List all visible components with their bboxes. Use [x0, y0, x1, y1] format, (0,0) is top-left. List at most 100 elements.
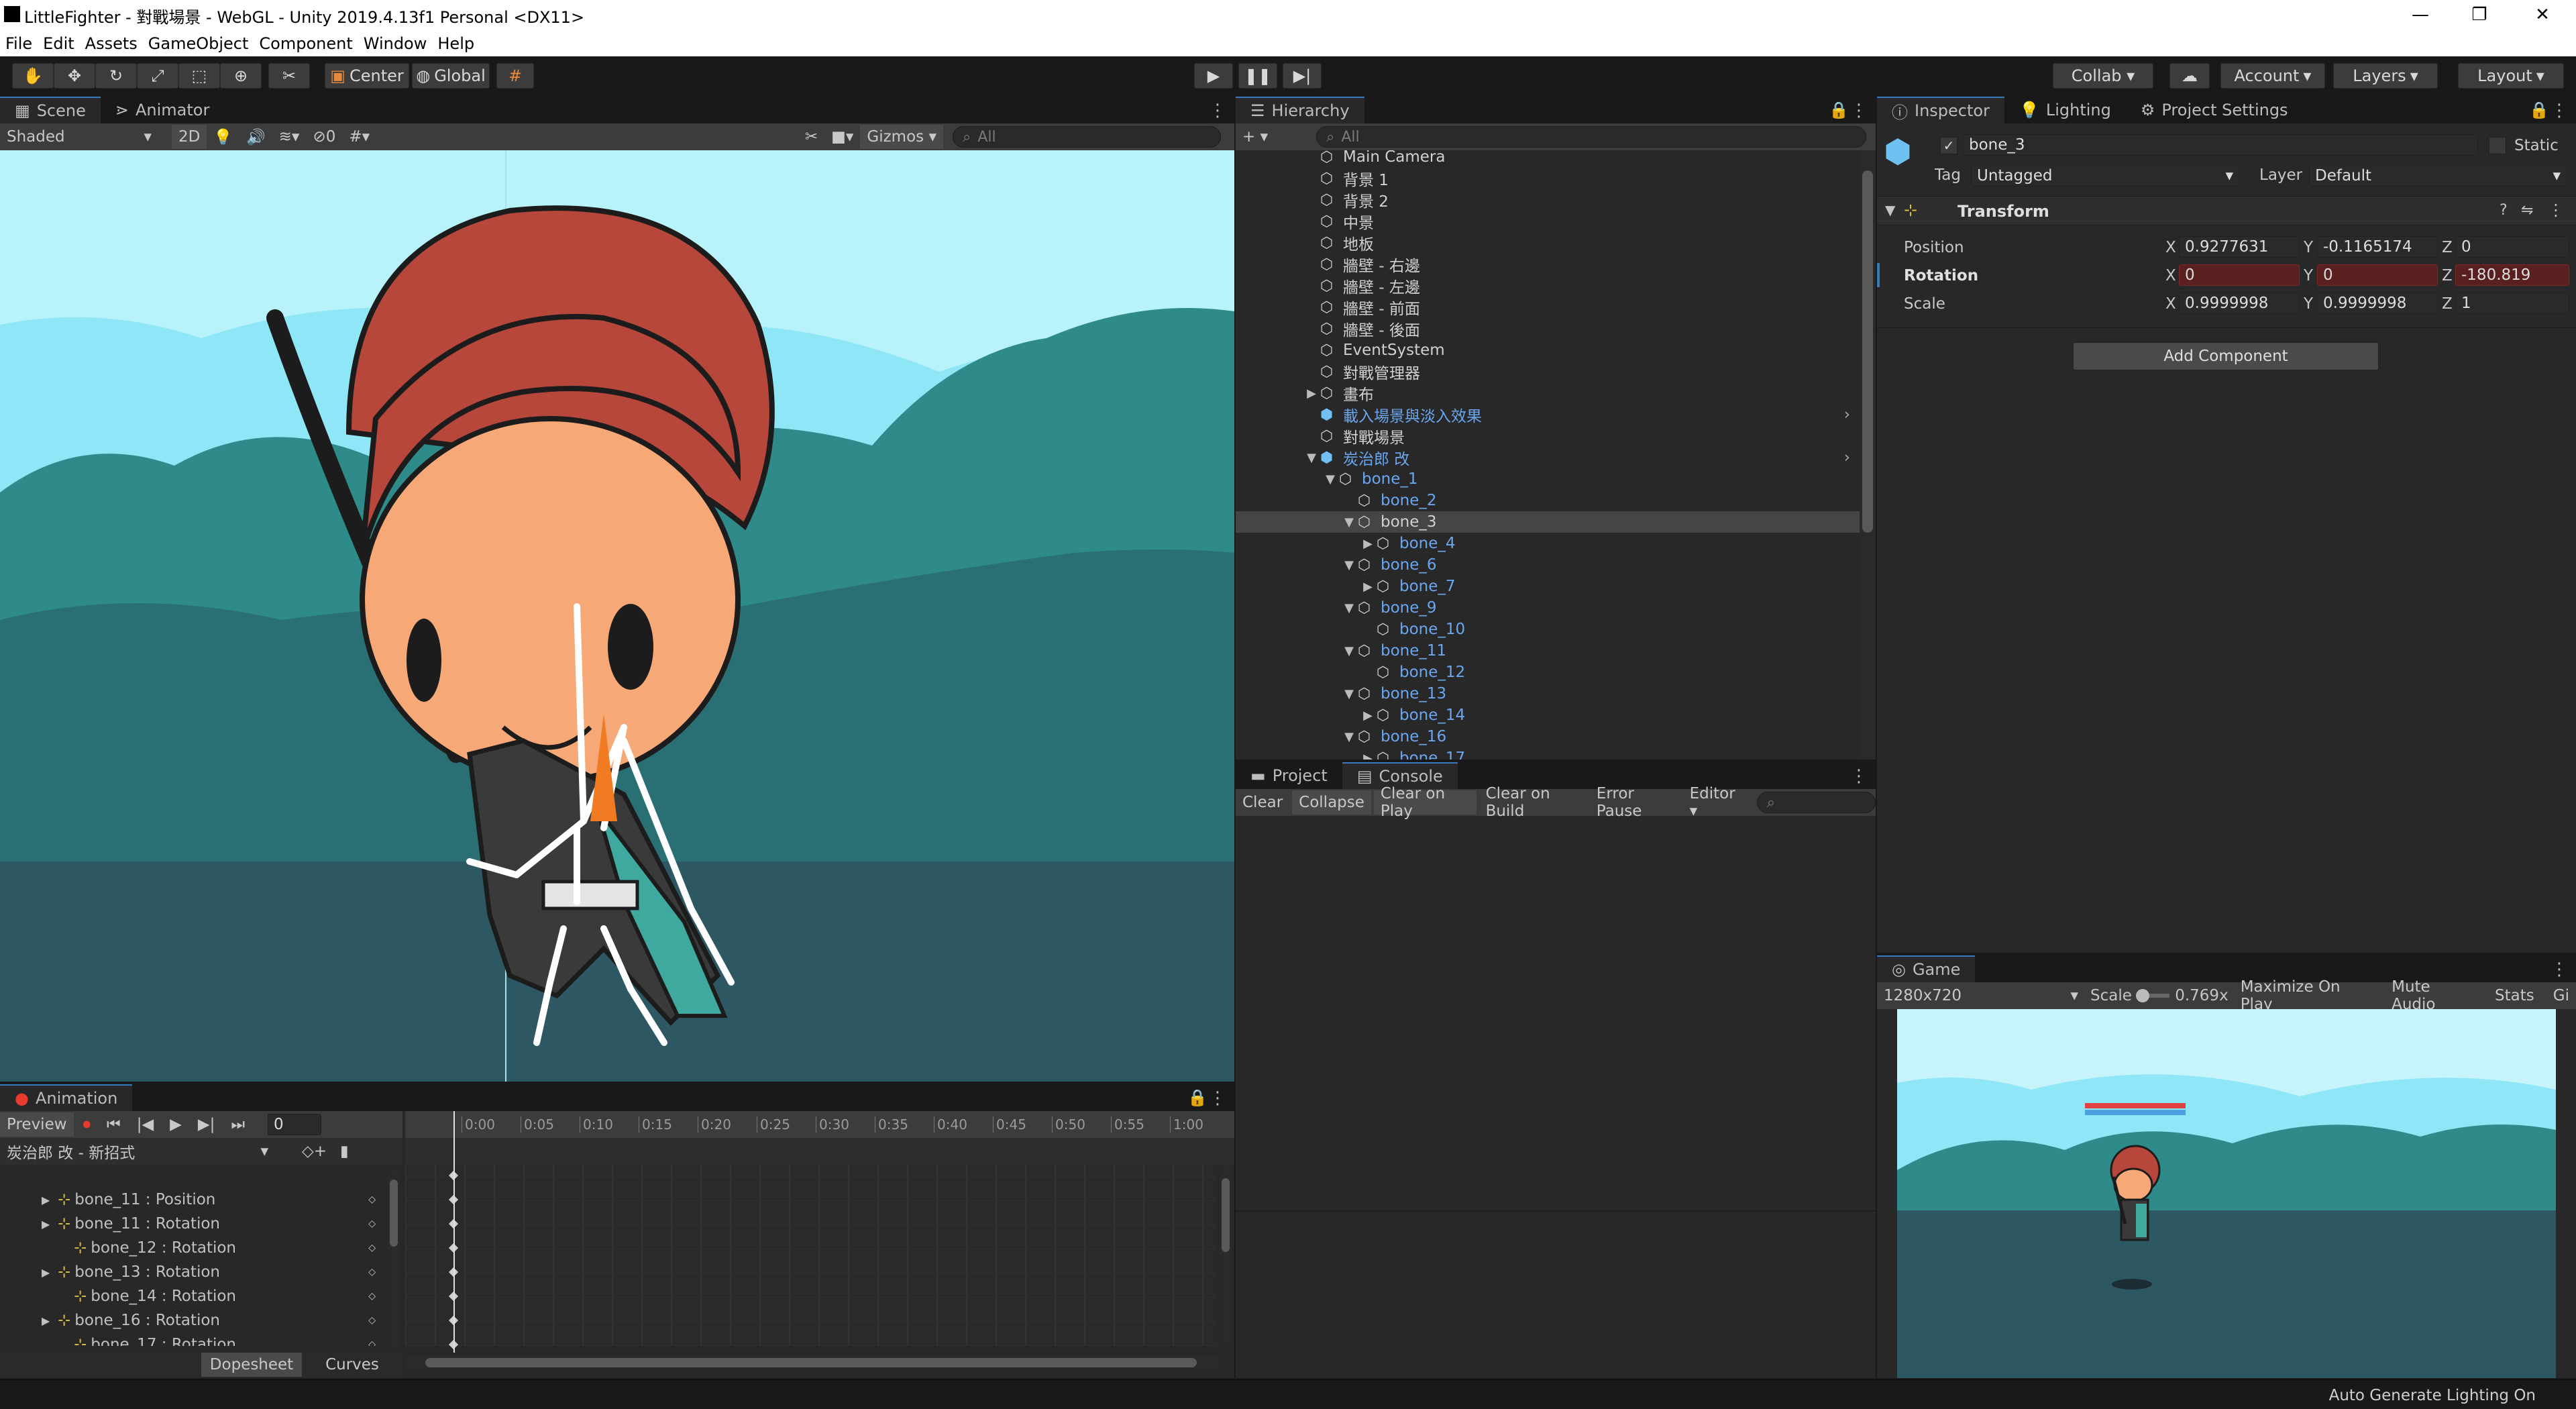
audio-toggle[interactable]: 🔊: [239, 125, 272, 149]
foldout-arrow-icon[interactable]: ▶: [1303, 386, 1320, 401]
pivot-center-button[interactable]: ▣ Center: [325, 63, 409, 89]
property-scrollbar[interactable]: [388, 1166, 400, 1347]
animation-property-row[interactable]: ▶ ⊹ bone_16 : Rotation ◇: [0, 1308, 389, 1333]
step-button[interactable]: ▶|: [1283, 63, 1322, 89]
mute-audio-toggle[interactable]: Mute Audio: [2385, 978, 2483, 1013]
menu-gameobject[interactable]: GameObject: [143, 34, 254, 53]
layout-dropdown[interactable]: Layout ▾: [2458, 63, 2564, 89]
animation-property-row[interactable]: ▶ ⊹ bone_13 : Rotation ◇: [0, 1260, 389, 1284]
hierarchy-scroll-thumb[interactable]: [1862, 170, 1873, 533]
grid-toggle[interactable]: #▾: [342, 125, 376, 149]
rect-tool-button[interactable]: ⬚: [178, 63, 220, 89]
console-menu-icon[interactable]: ⋮: [1850, 766, 1868, 786]
menu-file[interactable]: File: [0, 34, 38, 53]
tag-dropdown[interactable]: Untagged ▾: [1971, 165, 2239, 187]
static-checkbox[interactable]: [2489, 137, 2506, 154]
layer-dropdown[interactable]: Default ▾: [2309, 165, 2567, 187]
tab-scene[interactable]: ▦ Scene: [0, 97, 101, 123]
add-event-button[interactable]: ▮: [333, 1139, 356, 1163]
effects-toggle[interactable]: ≋▾: [272, 125, 307, 149]
position-x-field[interactable]: 0.9277631: [2179, 236, 2300, 258]
hierarchy-item[interactable]: ⬡ 背景 2: [1236, 189, 1860, 211]
grid-snap-button[interactable]: #: [496, 63, 534, 89]
prefab-open-icon[interactable]: ›: [1844, 406, 1850, 423]
hierarchy-item[interactable]: ▶ ⬡ bone_7: [1236, 576, 1860, 597]
timeline-v-scrollbar[interactable]: [1220, 1165, 1232, 1346]
hierarchy-item[interactable]: ▼ ⬢ 炭治郎 改 ›: [1236, 447, 1860, 468]
add-keyframe-button[interactable]: ◇+: [295, 1139, 333, 1163]
anim-play-button[interactable]: ▶: [163, 1112, 189, 1137]
last-key-button[interactable]: ⏭: [224, 1112, 252, 1137]
foldout-arrow-icon[interactable]: ▼: [1340, 730, 1358, 744]
play-button[interactable]: ▶: [1194, 63, 1233, 89]
foldout-arrow-icon[interactable]: ▶: [1359, 580, 1377, 594]
preview-toggle[interactable]: Preview: [0, 1112, 74, 1137]
object-name-input[interactable]: bone_3: [1963, 134, 2478, 156]
hierarchy-item[interactable]: ⬡ 地板: [1236, 232, 1860, 254]
menu-help[interactable]: Help: [432, 34, 480, 53]
scale-y-field[interactable]: 0.9999998: [2317, 293, 2438, 314]
scale-x-field[interactable]: 0.9999998: [2179, 293, 2300, 314]
help-icon[interactable]: ?: [2500, 202, 2508, 219]
transform-header[interactable]: ▼ ⊹ Transform ? ⇋ ⋮: [1877, 196, 2576, 225]
dopesheet-tab[interactable]: Dopesheet: [201, 1353, 302, 1377]
hierarchy-item[interactable]: ▶ ⬡ bone_4: [1236, 533, 1860, 554]
tab-project-settings[interactable]: ⚙ Project Settings: [2126, 97, 2303, 123]
menu-assets[interactable]: Assets: [80, 34, 143, 53]
animation-property-row[interactable]: ⊹ bone_12 : Rotation ◇: [0, 1236, 389, 1260]
hierarchy-item[interactable]: ▶ ⬡ 畫布: [1236, 382, 1860, 405]
hierarchy-item[interactable]: ⬡ bone_2: [1236, 490, 1860, 511]
layers-dropdown[interactable]: Layers ▾: [2333, 63, 2438, 89]
game-gizmos-toggle[interactable]: Gi: [2546, 984, 2576, 1008]
lock-icon[interactable]: 🔒: [2529, 101, 2549, 119]
tab-hierarchy[interactable]: ☰ Hierarchy: [1236, 97, 1364, 123]
console-clear-on-play-toggle[interactable]: Clear on Play: [1373, 785, 1477, 820]
foldout-arrow-icon[interactable]: ▶: [1359, 709, 1377, 723]
gizmos-dropdown[interactable]: Gizmos ▾: [860, 125, 943, 149]
hierarchy-item[interactable]: ⬡ 牆壁 - 前面: [1236, 297, 1860, 319]
animation-property-row[interactable]: ⊹ bone_17 : Rotation ◇: [0, 1333, 389, 1346]
animation-property-row[interactable]: ▶ ⊹ bone_11 : Rotation ◇: [0, 1212, 389, 1236]
tools-toggle[interactable]: ✂: [798, 125, 824, 149]
scene-menu-icon[interactable]: ⋮: [1209, 101, 1226, 121]
event-row[interactable]: [405, 1138, 1234, 1165]
curves-tab[interactable]: Curves: [302, 1353, 402, 1377]
tab-animator[interactable]: ⋗ Animator: [101, 97, 224, 123]
resolution-dropdown[interactable]: 1280x720 ▾: [1877, 984, 2085, 1008]
hierarchy-menu-icon[interactable]: ⋮: [1850, 101, 1868, 121]
foldout-arrow-icon[interactable]: ▼: [1340, 601, 1358, 615]
close-button[interactable]: ✕: [2516, 0, 2569, 31]
hierarchy-item[interactable]: ⬡ 背景 1: [1236, 168, 1860, 190]
foldout-arrow-icon[interactable]: ▶: [42, 1266, 50, 1279]
position-y-field[interactable]: -0.1165174: [2317, 236, 2438, 258]
hierarchy-search-input[interactable]: ⌕ All: [1316, 126, 1866, 148]
shading-dropdown[interactable]: Shaded ▾: [0, 125, 158, 149]
hierarchy-item[interactable]: ⬡ 牆壁 - 右邊: [1236, 254, 1860, 276]
hand-tool-button[interactable]: ✋: [12, 63, 54, 89]
tab-animation[interactable]: ● Animation: [0, 1084, 133, 1111]
hierarchy-scrollbar[interactable]: [1860, 150, 1876, 760]
scale-tool-button[interactable]: ⤢: [137, 63, 178, 89]
tab-project[interactable]: ▬ Project: [1236, 762, 1342, 789]
active-checkbox[interactable]: ✓: [1940, 137, 1957, 154]
foldout-arrow-icon[interactable]: ▼: [1340, 644, 1358, 658]
next-key-button[interactable]: ▶|: [191, 1112, 221, 1137]
scale-slider[interactable]: [2135, 989, 2170, 1002]
camera-toggle[interactable]: ■▾: [824, 125, 860, 149]
console-editor-dropdown[interactable]: Editor ▾: [1683, 785, 1748, 820]
lock-icon[interactable]: 🔒: [1829, 101, 1849, 119]
foldout-arrow-icon[interactable]: ▼: [1322, 472, 1339, 486]
scale-slider-thumb[interactable]: [2135, 989, 2149, 1002]
playhead[interactable]: [453, 1111, 455, 1353]
hierarchy-item[interactable]: ⬡ bone_10: [1236, 619, 1860, 640]
rotation-z-field[interactable]: -180.819: [2455, 264, 2569, 286]
minimize-button[interactable]: —: [2394, 0, 2447, 31]
hierarchy-item[interactable]: ▼ ⬡ bone_9: [1236, 597, 1860, 619]
hierarchy-item[interactable]: ⬡ 牆壁 - 後面: [1236, 318, 1860, 340]
scene-viewport[interactable]: [0, 150, 1234, 1082]
2d-toggle[interactable]: 2D: [172, 125, 207, 149]
rotation-x-field[interactable]: 0: [2179, 264, 2300, 286]
hierarchy-item[interactable]: ⬡ Main Camera: [1236, 150, 1860, 168]
foldout-arrow-icon[interactable]: ▶: [42, 1314, 50, 1327]
timeline-v-scroll-thumb[interactable]: [1222, 1178, 1230, 1252]
